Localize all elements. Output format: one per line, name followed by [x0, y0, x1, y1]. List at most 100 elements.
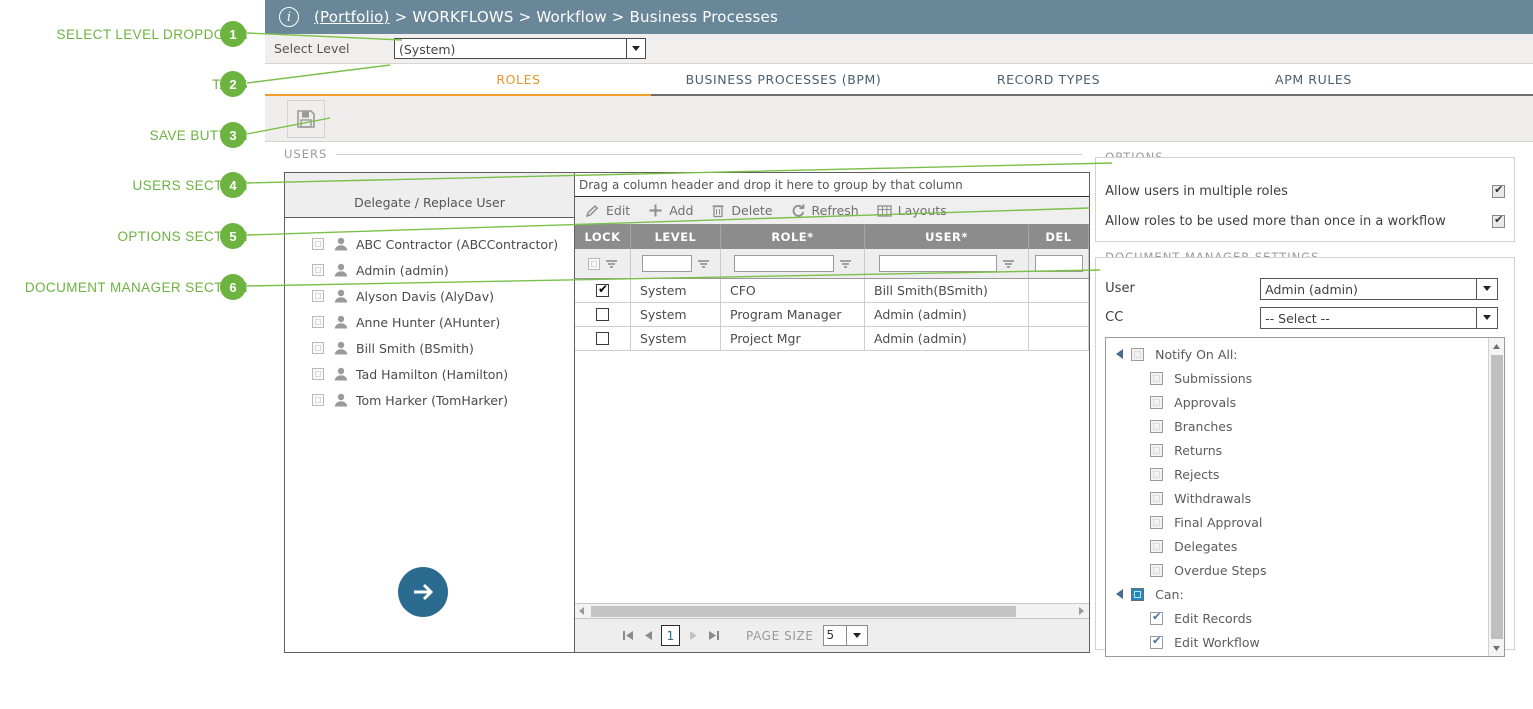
user-checkbox[interactable] — [312, 264, 324, 276]
user-checkbox[interactable] — [312, 316, 324, 328]
filter-role-input[interactable] — [734, 255, 834, 272]
tree-checkbox[interactable] — [1150, 468, 1163, 481]
tree-checkbox[interactable] — [1150, 564, 1163, 577]
tab-apm-rules[interactable]: APM RULES — [1181, 64, 1446, 94]
vscroll-thumb[interactable] — [1491, 355, 1503, 639]
tree-node-edit-records[interactable]: Edit Records — [1106, 606, 1488, 630]
tree-node-edit-notes[interactable]: Edit Notes — [1106, 654, 1488, 657]
filter-user[interactable] — [865, 249, 1029, 278]
chevron-down-icon[interactable] — [1476, 308, 1497, 328]
filter-role[interactable] — [721, 249, 865, 278]
next-page-button[interactable] — [686, 628, 700, 643]
column-header-role[interactable]: ROLE* — [721, 225, 865, 249]
expand-triangle-icon[interactable] — [1116, 349, 1123, 359]
list-item[interactable]: Alyson Davis (AlyDav) — [285, 283, 574, 309]
cell-lock[interactable] — [575, 279, 631, 302]
save-button[interactable] — [287, 100, 325, 138]
tree-checkbox[interactable] — [1150, 492, 1163, 505]
dm-user-dropdown[interactable]: Admin (admin) — [1260, 278, 1498, 300]
tree-node-edit-workflow[interactable]: Edit Workflow — [1106, 630, 1488, 654]
column-header-del[interactable]: DEL — [1029, 225, 1089, 249]
option-allow-roles-more-than-once[interactable]: Allow roles to be used more than once in… — [1096, 206, 1514, 236]
edit-button[interactable]: Edit — [585, 203, 630, 218]
scroll-up-icon[interactable] — [1492, 338, 1501, 354]
tree-checkbox[interactable] — [1150, 612, 1163, 625]
dm-cc-dropdown[interactable]: -- Select -- — [1260, 307, 1498, 329]
tree-node-final-approval[interactable]: Final Approval — [1106, 510, 1488, 534]
column-header-lock[interactable]: LOCK — [575, 225, 631, 249]
tree-checkbox[interactable] — [1150, 636, 1163, 649]
refresh-button[interactable]: Refresh — [791, 203, 859, 218]
filter-del-input[interactable] — [1035, 255, 1083, 272]
tree-checkbox[interactable] — [1150, 372, 1163, 385]
filter-level-input[interactable] — [642, 255, 692, 272]
tree-node-withdrawals[interactable]: Withdrawals — [1106, 486, 1488, 510]
tree-node-delegates[interactable]: Delegates — [1106, 534, 1488, 558]
current-page[interactable]: 1 — [661, 625, 680, 646]
column-header-level[interactable]: LEVEL — [631, 225, 721, 249]
prev-page-button[interactable] — [641, 628, 655, 643]
table-row[interactable]: System CFO Bill Smith(BSmith) — [575, 279, 1089, 303]
tree-checkbox[interactable] — [1150, 396, 1163, 409]
user-checkbox[interactable] — [312, 368, 324, 380]
option-allow-multiple-roles[interactable]: Allow users in multiple roles — [1096, 176, 1514, 206]
chevron-down-icon[interactable] — [626, 39, 645, 58]
user-checkbox[interactable] — [312, 394, 324, 406]
option-checkbox[interactable] — [1492, 185, 1505, 198]
info-circle-icon[interactable]: i — [279, 7, 299, 27]
filter-del[interactable] — [1029, 249, 1089, 278]
tree-node-rejects[interactable]: Rejects — [1106, 462, 1488, 486]
user-checkbox[interactable] — [312, 238, 324, 250]
tree-checkbox[interactable] — [1131, 348, 1144, 361]
scroll-down-icon[interactable] — [1492, 640, 1501, 656]
scroll-right-icon[interactable] — [1076, 606, 1086, 616]
filter-lock[interactable] — [575, 249, 631, 278]
filter-user-input[interactable] — [879, 255, 997, 272]
layouts-button[interactable]: Layouts — [877, 203, 947, 218]
select-level-dropdown[interactable]: (System) — [394, 38, 646, 59]
option-checkbox[interactable] — [1492, 215, 1505, 228]
tree-checkbox[interactable] — [1150, 516, 1163, 529]
list-item[interactable]: Anne Hunter (AHunter) — [285, 309, 574, 335]
tab-roles[interactable]: ROLES — [386, 64, 651, 94]
tree-node-approvals[interactable]: Approvals — [1106, 390, 1488, 414]
tree-node-branches[interactable]: Branches — [1106, 414, 1488, 438]
lock-checkbox[interactable] — [596, 332, 609, 345]
chevron-down-icon[interactable] — [1476, 279, 1497, 299]
tree-node-overdue-steps[interactable]: Overdue Steps — [1106, 558, 1488, 582]
add-button[interactable]: Add — [648, 203, 693, 218]
grid-horizontal-scrollbar[interactable] — [575, 603, 1089, 618]
table-row[interactable]: System Program Manager Admin (admin) — [575, 303, 1089, 327]
hscroll-thumb[interactable] — [591, 606, 1016, 617]
tree-node-returns[interactable]: Returns — [1106, 438, 1488, 462]
cell-lock[interactable] — [575, 327, 631, 350]
list-item[interactable]: Tad Hamilton (Hamilton) — [285, 361, 574, 387]
lock-checkbox[interactable] — [596, 308, 609, 321]
tab-business-processes[interactable]: BUSINESS PROCESSES (BPM) — [651, 64, 916, 94]
filter-level[interactable] — [631, 249, 721, 278]
list-item[interactable]: Bill Smith (BSmith) — [285, 335, 574, 361]
breadcrumb-portfolio-link[interactable]: (Portfolio) — [314, 8, 390, 26]
filter-lock-checkbox[interactable] — [588, 258, 600, 270]
table-row[interactable]: System Project Mgr Admin (admin) — [575, 327, 1089, 351]
tree-node-can[interactable]: Can: — [1106, 582, 1488, 606]
user-checkbox[interactable] — [312, 290, 324, 302]
expand-triangle-icon[interactable] — [1116, 589, 1123, 599]
group-by-dropzone[interactable]: Drag a column header and drop it here to… — [575, 173, 1089, 197]
list-item[interactable]: Tom Harker (TomHarker) — [285, 387, 574, 413]
tree-vertical-scrollbar[interactable] — [1488, 338, 1504, 656]
lock-checkbox[interactable] — [596, 284, 609, 297]
tree-checkbox[interactable] — [1150, 444, 1163, 457]
page-size-dropdown[interactable]: 5 — [823, 625, 868, 646]
tree-checkbox[interactable] — [1150, 540, 1163, 553]
scroll-left-icon[interactable] — [577, 606, 587, 616]
delete-button[interactable]: Delete — [711, 203, 772, 218]
user-checkbox[interactable] — [312, 342, 324, 354]
tree-checkbox[interactable] — [1150, 420, 1163, 433]
tab-record-types[interactable]: RECORD TYPES — [916, 64, 1181, 94]
tree-node-notify-on-all[interactable]: Notify On All: — [1106, 342, 1488, 366]
list-item[interactable]: ABC Contractor (ABCContractor) — [285, 231, 574, 257]
last-page-button[interactable] — [706, 628, 720, 643]
cell-lock[interactable] — [575, 303, 631, 326]
tree-node-submissions[interactable]: Submissions — [1106, 366, 1488, 390]
